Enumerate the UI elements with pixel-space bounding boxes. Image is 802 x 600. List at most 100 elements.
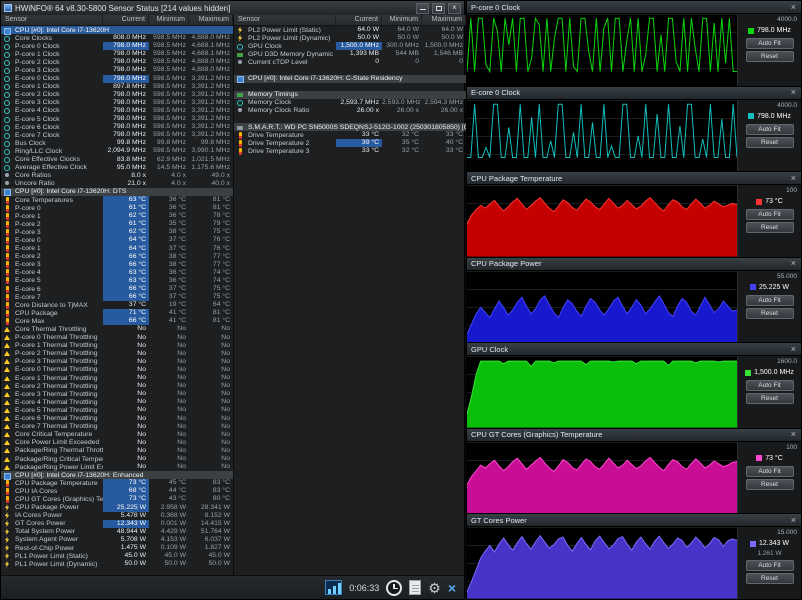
sensor-row[interactable]: Bus Clock99.8 MHz99.8 MHz99.8 MHz bbox=[1, 139, 233, 147]
column-header-maximum[interactable]: Maximum bbox=[422, 15, 466, 25]
column-header-current[interactable]: Current bbox=[336, 15, 382, 25]
sensor-row[interactable]: IA Cores Power5.478 W0.368 W8.152 W bbox=[1, 512, 233, 520]
sensor-row[interactable]: Package/Ring Thermal ThrottlingNoNoNo bbox=[1, 447, 233, 455]
sensor-row[interactable]: P-core 1 Clock798.0 MHz598.5 MHz4,688.1 … bbox=[1, 50, 233, 58]
sensor-row[interactable]: E-core 563 °C36 °C74 °C bbox=[1, 277, 233, 285]
sensor-row[interactable]: P-core 362 °C38 °C75 °C bbox=[1, 228, 233, 236]
sensor-row[interactable]: CPU Package Temperature73 °C45 °C83 °C bbox=[1, 479, 233, 487]
auto-fit-button[interactable]: Auto Fit bbox=[746, 209, 794, 220]
sensor-row[interactable]: P-core 261 °C35 °C79 °C bbox=[1, 220, 233, 228]
sensor-row[interactable]: E-core 366 °C38 °C77 °C bbox=[1, 261, 233, 269]
auto-fit-button[interactable]: Auto Fit bbox=[746, 295, 794, 306]
reset-button[interactable]: Reset bbox=[746, 308, 794, 319]
section-header-row[interactable]: CPU [#0]: Intel Core i7-13620H bbox=[1, 26, 233, 34]
report-icon[interactable] bbox=[409, 580, 421, 595]
sensor-row[interactable]: Uncore Ratio21.0 x4.0 x40.0 x bbox=[1, 180, 233, 188]
sensor-row[interactable]: P-core 0 Clock798.0 MHz598.5 MHz4,688.1 … bbox=[1, 42, 233, 50]
sensor-row[interactable]: Memory Clock Ratio26.00 x26.00 x26.00 x bbox=[234, 107, 466, 115]
sensor-row[interactable]: E-core 1 Thermal ThrottlingNoNoNo bbox=[1, 374, 233, 382]
sensor-row[interactable]: E-core 4 Clock798.0 MHz598.5 MHz3,391.2 … bbox=[1, 107, 233, 115]
sensor-row[interactable]: P-core 162 °C36 °C78 °C bbox=[1, 212, 233, 220]
auto-fit-button[interactable]: Auto Fit bbox=[746, 38, 794, 49]
section-header-row[interactable]: CPU [#0]: Intel Core i7-13620H: C-State … bbox=[234, 75, 466, 83]
sensor-row[interactable]: P-core 3 Clock798.0 MHz598.5 MHz4,888.0 … bbox=[1, 66, 233, 74]
sensor-row[interactable]: E-core 0 Thermal ThrottlingNoNoNo bbox=[1, 366, 233, 374]
graph-close-icon[interactable]: × bbox=[790, 430, 797, 439]
sensor-row[interactable]: P-core 2 Thermal ThrottlingNoNoNo bbox=[1, 350, 233, 358]
sensor-graph-icon[interactable] bbox=[325, 580, 342, 595]
sensor-row[interactable]: E-core 2 Clock798.0 MHz598.5 MHz3,391.2 … bbox=[1, 91, 233, 99]
sensor-row[interactable]: CPU Package Power25.225 W2.958 W28.341 W bbox=[1, 504, 233, 512]
graph-close-icon[interactable]: × bbox=[790, 174, 797, 183]
sensor-row[interactable]: P-core 3 Thermal ThrottlingNoNoNo bbox=[1, 358, 233, 366]
auto-fit-button[interactable]: Auto Fit bbox=[746, 124, 794, 135]
sensor-row[interactable]: E-core 766 °C37 °C75 °C bbox=[1, 293, 233, 301]
sensor-row[interactable]: GT Cores Power12.343 W0.001 W14.415 W bbox=[1, 520, 233, 528]
graph-titlebar[interactable]: CPU Package Temperature× bbox=[467, 172, 801, 185]
column-header-minimum[interactable]: Minimum bbox=[149, 15, 189, 25]
column-header-minimum[interactable]: Minimum bbox=[382, 15, 422, 25]
column-header-maximum[interactable]: Maximum bbox=[189, 15, 233, 25]
graph-close-icon[interactable]: × bbox=[790, 516, 797, 525]
minimize-button[interactable] bbox=[416, 3, 429, 14]
sensor-row[interactable]: Memory Clock2,593.7 MHz2,593.0 MHz2,594.… bbox=[234, 99, 466, 107]
sensor-row[interactable]: Drive Temperature 333 °C32 °C33 °C bbox=[234, 147, 466, 155]
sensor-row[interactable]: Core Distance to TjMAX37 °C19 °C64 °C bbox=[1, 301, 233, 309]
sensor-row[interactable]: Core Effective Clocks83.8 MHz62.9 MHz1,0… bbox=[1, 156, 233, 164]
graph-close-icon[interactable]: × bbox=[790, 345, 797, 354]
sensor-row[interactable]: E-core 666 °C37 °C75 °C bbox=[1, 285, 233, 293]
auto-fit-button[interactable]: Auto Fit bbox=[746, 560, 794, 571]
sensor-row[interactable]: System Agent Power5.708 W4.153 W6.037 W bbox=[1, 536, 233, 544]
section-header-row[interactable]: CPU [#0]: Intel Core i7-13620H: DTS bbox=[1, 188, 233, 196]
sensor-row[interactable]: E-core 266 °C38 °C77 °C bbox=[1, 253, 233, 261]
settings-gear-icon[interactable]: ⚙ bbox=[428, 581, 441, 595]
sensor-row[interactable]: P-core 1 Thermal ThrottlingNoNoNo bbox=[1, 342, 233, 350]
sensor-row[interactable]: Core Critical TemperatureNoNoNo bbox=[1, 431, 233, 439]
maximize-button[interactable] bbox=[432, 3, 445, 14]
sensor-row[interactable]: E-core 7 Thermal ThrottlingNoNoNo bbox=[1, 423, 233, 431]
graph-titlebar[interactable]: CPU GT Cores (Graphics) Temperature× bbox=[467, 429, 801, 442]
sensor-row[interactable]: E-core 3 Clock798.0 MHz598.5 MHz3,391.2 … bbox=[1, 99, 233, 107]
sensor-row[interactable]: PL2 Power Limit (Dynamic)50.0 W50.0 W50.… bbox=[234, 34, 466, 42]
sensor-row[interactable]: PL2 Power Limit (Static)64.0 W64.0 W64.0… bbox=[234, 26, 466, 34]
sensor-row[interactable]: Drive Temperature 239 °C35 °C40 °C bbox=[234, 139, 466, 147]
reset-button[interactable]: Reset bbox=[746, 393, 794, 404]
section-header-row[interactable]: S.M.A.R.T.: WD PC SN5000S SDEQNSJ-512G-1… bbox=[234, 123, 466, 131]
sensor-row[interactable]: Rest-of-Chip Power1.475 W0.109 W1.827 W bbox=[1, 544, 233, 552]
sensor-row[interactable]: E-core 5 Clock798.0 MHz598.5 MHz3,391.2 … bbox=[1, 115, 233, 123]
graph-titlebar[interactable]: E-core 0 Clock× bbox=[467, 87, 801, 100]
sensor-row[interactable]: E-core 7 Clock798.0 MHz598.5 MHz3,391.2 … bbox=[1, 131, 233, 139]
sensor-row[interactable]: E-core 1 Clock897.8 MHz598.5 MHz3,391.2 … bbox=[1, 83, 233, 91]
sensor-row[interactable]: E-core 0 Clock798.0 MHz598.5 MHz3,391.2 … bbox=[1, 75, 233, 83]
sensor-row[interactable]: Package/Ring Power Limit ExceededNoNoNo bbox=[1, 463, 233, 471]
sensor-row[interactable]: E-core 064 °C37 °C76 °C bbox=[1, 236, 233, 244]
clock-icon[interactable] bbox=[386, 580, 402, 596]
sensor-row[interactable]: Core Clocks808.0 MHz598.5 MHz4,888.0 MHz bbox=[1, 34, 233, 42]
reset-button[interactable]: Reset bbox=[746, 137, 794, 148]
sensor-row[interactable]: P-core 0 Thermal ThrottlingNoNoNo bbox=[1, 334, 233, 342]
graph-close-icon[interactable]: × bbox=[790, 88, 797, 97]
sensor-row[interactable]: E-core 6 Clock798.0 MHz598.5 MHz3,391.2 … bbox=[1, 123, 233, 131]
sensor-row[interactable]: GPU D3D Memory Dynamic1,393 MB544 MB1,54… bbox=[234, 50, 466, 58]
column-header-current[interactable]: Current bbox=[103, 15, 149, 25]
sensor-row[interactable]: Ring/LLC Clock2,094.9 MHz598.5 MHz3,990.… bbox=[1, 147, 233, 155]
sensor-row[interactable]: Core Temperatures63 °C36 °C81 °C bbox=[1, 196, 233, 204]
sensor-row[interactable]: E-core 164 °C37 °C76 °C bbox=[1, 245, 233, 253]
graph-titlebar[interactable]: CPU Package Power× bbox=[467, 258, 801, 271]
sensor-row[interactable]: Core Ratios8.0 x4.0 x49.0 x bbox=[1, 172, 233, 180]
sensor-row[interactable]: Average Effective Clock95.0 MHz14.5 MHz1… bbox=[1, 164, 233, 172]
sensor-row[interactable]: E-core 6 Thermal ThrottlingNoNoNo bbox=[1, 415, 233, 423]
sensor-row[interactable]: CPU GT Cores (Graphics) Temper...73 °C43… bbox=[1, 495, 233, 503]
section-header-row[interactable]: Memory Timings bbox=[234, 91, 466, 99]
graph-titlebar[interactable]: GPU Clock× bbox=[467, 343, 801, 356]
sensor-row[interactable]: Current cTDP Level000 bbox=[234, 58, 466, 66]
sensor-row[interactable]: Total System Power48.944 W4.429 W51.764 … bbox=[1, 528, 233, 536]
auto-fit-button[interactable]: Auto Fit bbox=[746, 380, 794, 391]
reset-button[interactable]: Reset bbox=[746, 222, 794, 233]
sensor-row[interactable]: PL1 Power Limit (Static)45.0 W45.0 W45.0… bbox=[1, 552, 233, 560]
sensor-row[interactable]: Package/Ring Critical TemperatureNoNoNo bbox=[1, 455, 233, 463]
graph-titlebar[interactable]: GT Cores Power× bbox=[467, 514, 801, 527]
graph-close-icon[interactable]: × bbox=[790, 3, 797, 12]
sensor-row[interactable]: E-core 2 Thermal ThrottlingNoNoNo bbox=[1, 382, 233, 390]
sensor-row[interactable]: E-core 5 Thermal ThrottlingNoNoNo bbox=[1, 406, 233, 414]
